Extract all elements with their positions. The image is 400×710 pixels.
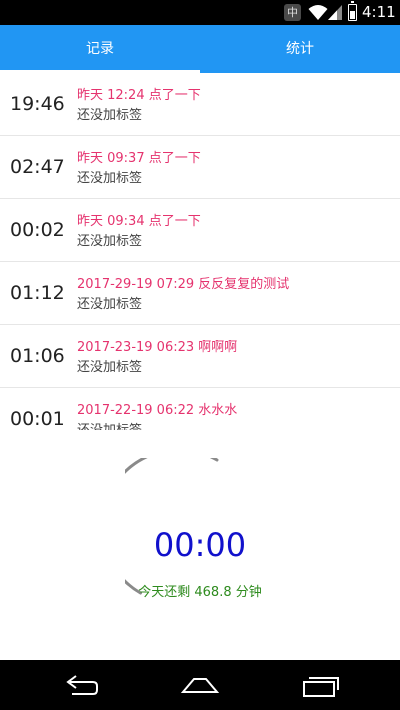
timer-display[interactable]: 00:00 <box>0 525 400 565</box>
back-icon[interactable] <box>60 670 100 700</box>
record-title: 昨天 09:37 点了一下 <box>77 151 201 166</box>
record-duration: 00:02 <box>10 219 65 241</box>
record-duration: 19:46 <box>10 93 65 115</box>
records-list[interactable]: 19:46 昨天 12:24 点了一下 还没加标签 02:47 昨天 09:37… <box>0 73 400 430</box>
record-duration: 01:12 <box>10 282 65 304</box>
recents-icon[interactable] <box>300 670 340 700</box>
list-item[interactable]: 00:01 2017-22-19 06:22 水水水 还没加标签 <box>0 388 400 430</box>
record-tag: 还没加标签 <box>77 171 143 186</box>
timer-remaining-text: 今天还剩 468.8 分钟 <box>138 585 262 600</box>
navigation-bar <box>0 660 400 710</box>
record-duration: 00:01 <box>10 408 65 430</box>
record-title: 昨天 09:34 点了一下 <box>77 214 201 229</box>
list-item[interactable]: 02:47 昨天 09:37 点了一下 还没加标签 <box>0 136 400 199</box>
record-title: 2017-29-19 07:29 反反复复的测试 <box>77 277 290 292</box>
record-duration: 01:06 <box>10 345 65 367</box>
record-tag: 还没加标签 <box>77 360 143 375</box>
status-bar: 中 4:11 <box>0 0 400 25</box>
record-tag: 还没加标签 <box>77 108 143 123</box>
list-item[interactable]: 01:12 2017-29-19 07:29 反反复复的测试 还没加标签 <box>0 262 400 325</box>
tab-bar: 记录 统计 <box>0 25 400 73</box>
record-tag: 还没加标签 <box>77 422 142 430</box>
ime-icon: 中 <box>284 4 301 21</box>
tab-statistics[interactable]: 统计 <box>200 25 400 73</box>
signal-icon <box>328 5 342 20</box>
record-tag: 还没加标签 <box>77 234 143 249</box>
record-tag: 还没加标签 <box>77 297 143 312</box>
record-title: 2017-22-19 06:22 水水水 <box>77 403 238 418</box>
list-item[interactable]: 19:46 昨天 12:24 点了一下 还没加标签 <box>0 73 400 136</box>
list-item[interactable]: 00:02 昨天 09:34 点了一下 还没加标签 <box>0 199 400 262</box>
record-title: 昨天 12:24 点了一下 <box>77 88 201 103</box>
record-duration: 02:47 <box>10 156 65 178</box>
list-item[interactable]: 01:06 2017-23-19 06:23 啊啊啊 还没加标签 <box>0 325 400 388</box>
home-icon[interactable] <box>180 670 220 700</box>
record-title: 2017-23-19 06:23 啊啊啊 <box>77 340 238 355</box>
battery-icon <box>348 1 357 21</box>
wifi-icon <box>308 5 328 20</box>
tab-records[interactable]: 记录 <box>0 25 200 73</box>
status-time: 4:11 <box>362 3 396 21</box>
